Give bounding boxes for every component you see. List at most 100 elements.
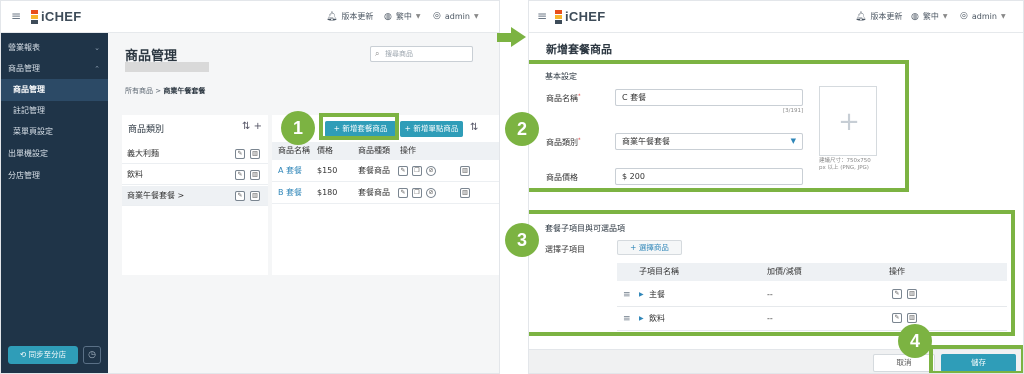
breadcrumb: 所有商品 > 商業午餐套餐	[125, 86, 205, 96]
sync-to-branches-button[interactable]: ⟲ 同步至分店	[8, 346, 78, 364]
sidebar-item-label: 分店管理	[8, 171, 40, 180]
sidebar-item-menu-pages[interactable]: 菜單頁設定	[1, 121, 108, 143]
globe-icon: ◍	[911, 11, 919, 22]
category-panel: 商品類別 ⇅ + 義大利麵 ✎ ▥ 飲料 ✎ ▥ 商業午餐套餐 > ✎ ▥	[122, 115, 268, 275]
disable-icon[interactable]: ⊘	[426, 166, 436, 176]
sync-label: 同步至分店	[28, 350, 67, 359]
add-category-icon[interactable]: +	[254, 121, 262, 132]
trash-icon[interactable]: ▥	[250, 191, 260, 201]
step-4-badge: 4	[898, 324, 932, 358]
trash-icon[interactable]: ▥	[460, 166, 470, 176]
edit-icon[interactable]: ✎	[235, 191, 245, 201]
trash-icon[interactable]: ▥	[250, 170, 260, 180]
logo-text: iCHEF	[41, 9, 82, 24]
copy-icon[interactable]: ❐	[412, 166, 422, 176]
version-update-label: 版本更新	[870, 12, 903, 21]
edit-icon[interactable]: ✎	[235, 149, 245, 159]
category-row-selected[interactable]: 商業午餐套餐 > ✎ ▥	[122, 186, 268, 206]
top-bar: ≡ iCHEF 🔔︎ 版本更新 ◍ 繁中 ▼ ◎ admin ▼	[529, 1, 1023, 33]
category-label: 義大利麵	[127, 149, 159, 158]
copy-icon[interactable]: ❐	[412, 188, 422, 198]
edit-icon[interactable]: ✎	[398, 188, 408, 198]
sort-icon[interactable]: ⇅	[470, 122, 478, 133]
logo-mark-icon	[31, 9, 38, 24]
chevron-down-icon: ⌄	[94, 44, 100, 52]
sidebar-item-printers[interactable]: 出單機設定	[1, 143, 108, 165]
trash-icon[interactable]: ▥	[250, 149, 260, 159]
language-selector[interactable]: ◍ 繁中 ▼	[911, 11, 947, 22]
language-label: 繁中	[922, 12, 939, 21]
breadcrumb-separator: >	[155, 87, 162, 95]
step-2-badge: 2	[505, 112, 539, 146]
sidebar: 營業報表 ⌄ 商品管理 ⌃ 商品管理 註記管理 菜單頁設定 出單機設定 分店管理	[1, 33, 108, 373]
sort-icon[interactable]: ⇅	[242, 121, 250, 132]
chevron-down-icon: ▼	[942, 13, 948, 20]
tutorial-screenshot: ≡ iCHEF 🔔︎ 版本更新 ◍ 繁中 ▼ ◎ admin ▼ 營業報表 ⌄ …	[0, 0, 1024, 374]
hamburger-menu-icon[interactable]: ≡	[11, 10, 25, 22]
category-label: 商業午餐套餐 >	[127, 191, 185, 200]
chevron-down-icon: ▼	[473, 12, 479, 20]
step-4-highlight	[929, 345, 1023, 373]
chevron-down-icon: ▼	[415, 13, 421, 20]
sidebar-item-product-management[interactable]: 商品管理 ⌃	[1, 58, 108, 80]
sidebar-item-label: 註記管理	[13, 106, 45, 115]
search-input[interactable]: ⌕ 搜尋商品	[370, 46, 473, 62]
logo-mark-icon	[555, 9, 562, 24]
category-row[interactable]: 飲料 ✎ ▥	[122, 165, 268, 185]
modal-title: 新增套餐商品	[546, 43, 612, 56]
step-3-highlight	[529, 210, 1015, 336]
bell-icon: 🔔︎	[855, 11, 867, 22]
new-combo-product-window: ≡ iCHEF 🔔︎ 版本更新 ◍ 繁中 ▼ ◎ admin ▼ 新增套餐商品	[528, 0, 1024, 374]
column-header: 商品種類	[358, 146, 390, 155]
user-menu[interactable]: ◎ admin ▼	[433, 11, 479, 21]
product-type: 套餐商品	[358, 166, 390, 175]
trash-icon[interactable]: ▥	[460, 188, 470, 198]
category-header: 商品類別	[128, 125, 165, 135]
product-price: $150	[317, 166, 338, 175]
sidebar-item-notes[interactable]: 註記管理	[1, 100, 108, 122]
search-placeholder: 搜尋商品	[385, 50, 413, 58]
edit-icon[interactable]: ✎	[398, 166, 408, 176]
user-label: admin	[444, 11, 470, 21]
chevron-down-icon: ▼	[1000, 12, 1006, 20]
sidebar-item-products[interactable]: 商品管理	[1, 79, 108, 101]
product-name-link[interactable]: A 套餐	[278, 160, 302, 182]
bell-icon: 🔔︎	[326, 11, 338, 22]
step-1-highlight	[319, 113, 399, 140]
sidebar-item-reports[interactable]: 營業報表 ⌄	[1, 37, 108, 59]
sidebar-item-label: 營業報表	[8, 43, 40, 52]
chevron-up-icon: ⌃	[94, 65, 100, 73]
sidebar-item-label: 商品管理	[13, 85, 45, 94]
product-name-link[interactable]: B 套餐	[278, 182, 302, 204]
top-bar: ≡ iCHEF 🔔︎ 版本更新 ◍ 繁中 ▼ ◎ admin ▼	[1, 1, 499, 33]
sidebar-item-label: 商品管理	[8, 64, 40, 73]
step-3-badge: 3	[505, 223, 539, 257]
logo-text: iCHEF	[565, 9, 606, 24]
product-price: $180	[317, 188, 338, 197]
table-row: B 套餐 $180 套餐商品 ✎ ❐ ⊘ ▥	[272, 182, 499, 204]
arrow-right-icon	[511, 27, 526, 47]
column-header: 操作	[400, 146, 416, 155]
version-update-button[interactable]: 🔔︎ 版本更新	[855, 11, 902, 22]
user-label: admin	[971, 11, 997, 21]
hamburger-menu-icon[interactable]: ≡	[537, 10, 551, 22]
category-row[interactable]: 義大利麵 ✎ ▥	[122, 144, 268, 164]
column-header: 價格	[317, 146, 333, 155]
edit-icon[interactable]: ✎	[235, 170, 245, 180]
arrow-shaft	[497, 33, 511, 42]
sync-icon: ⟲	[19, 350, 29, 359]
breadcrumb-current: 商業午餐套餐	[163, 87, 206, 95]
version-update-label: 版本更新	[341, 12, 374, 21]
history-icon[interactable]: ◷	[83, 346, 101, 364]
user-icon: ◎	[960, 11, 968, 21]
user-menu[interactable]: ◎ admin ▼	[960, 11, 1006, 21]
breadcrumb-root[interactable]: 所有商品	[125, 87, 153, 95]
language-selector[interactable]: ◍ 繁中 ▼	[384, 11, 420, 22]
disable-icon[interactable]: ⊘	[426, 188, 436, 198]
redacted-bar	[125, 62, 209, 72]
sidebar-item-branches[interactable]: 分店管理	[1, 165, 108, 187]
product-management-window: ≡ iCHEF 🔔︎ 版本更新 ◍ 繁中 ▼ ◎ admin ▼ 營業報表 ⌄ …	[0, 0, 500, 374]
cancel-button[interactable]: 取消	[873, 354, 935, 372]
add-single-product-button[interactable]: + 新增單點商品	[400, 121, 463, 137]
version-update-button[interactable]: 🔔︎ 版本更新	[326, 11, 373, 22]
